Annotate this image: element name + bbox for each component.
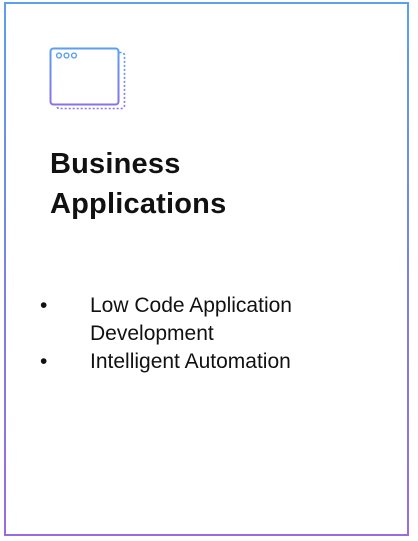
list-item: • Low Code Application Development bbox=[38, 292, 378, 348]
business-applications-card: Business Applications • Low Code Applica… bbox=[4, 2, 409, 536]
list-item: • Intelligent Automation bbox=[38, 348, 378, 376]
card-title-line-2: Applications bbox=[50, 188, 227, 220]
list-item-line: Low Code Application bbox=[90, 294, 292, 317]
application-window-icon bbox=[48, 46, 134, 114]
capabilities-list: • Low Code Application Development • Int… bbox=[38, 292, 378, 376]
list-item-line: Development bbox=[90, 322, 214, 345]
card-title-line-1: Business bbox=[50, 148, 181, 180]
list-item-line: Intelligent Automation bbox=[90, 350, 291, 373]
card-title: Business Applications bbox=[50, 144, 390, 224]
bullet-dot-icon: • bbox=[40, 294, 48, 317]
bullet-dot-icon: • bbox=[40, 350, 48, 373]
